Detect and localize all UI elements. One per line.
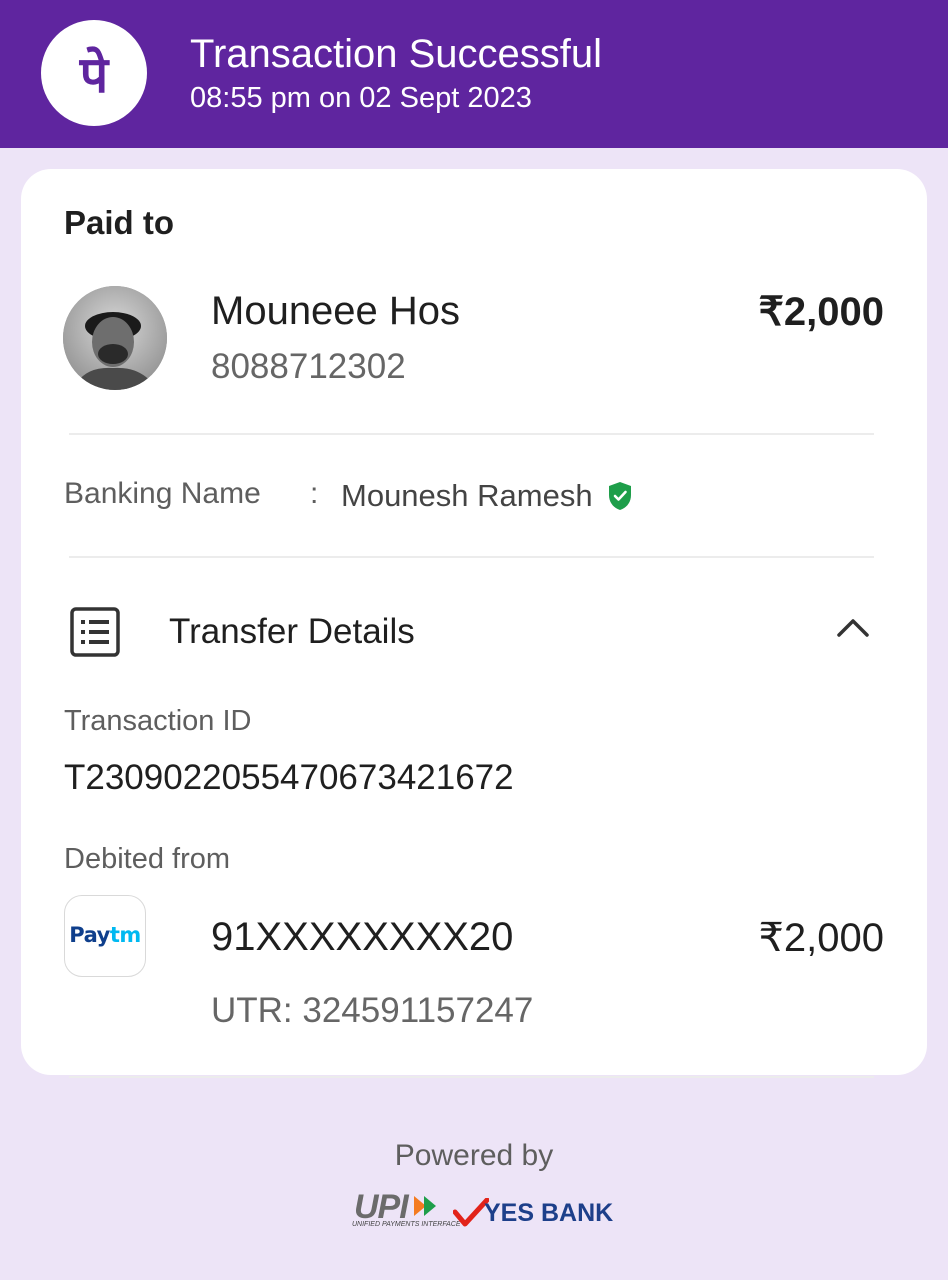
paytm-logo-text: Paytm xyxy=(69,923,141,947)
divider xyxy=(69,556,874,558)
phonepe-logo-glyph: पे xyxy=(79,46,110,104)
avatar-photo-icon xyxy=(63,286,167,390)
verified-shield-icon xyxy=(609,482,631,510)
transaction-id-value[interactable]: T2309022055470673421672 xyxy=(64,758,514,798)
paytm-logo: Paytm xyxy=(64,895,146,977)
yes-bank-text: YES BANK xyxy=(484,1199,614,1227)
debited-amount: ₹2,000 xyxy=(758,916,884,960)
chevron-up-icon[interactable] xyxy=(836,616,870,638)
debited-from-label: Debited from xyxy=(64,843,231,875)
phonepe-logo: पे xyxy=(41,20,147,126)
utr-number[interactable]: UTR: 324591157247 xyxy=(211,991,533,1031)
powered-by-label: Powered by xyxy=(394,1139,554,1172)
divider xyxy=(69,433,874,435)
transaction-datetime: 08:55 pm on 02 Sept 2023 xyxy=(190,82,532,114)
banking-name-value: Mounesh Ramesh xyxy=(341,478,593,513)
divider xyxy=(69,1076,874,1078)
success-header: पे Transaction Successful 08:55 pm on 02… xyxy=(0,0,948,148)
source-account: 91XXXXXXXX20 xyxy=(211,915,514,959)
payee-avatar[interactable] xyxy=(63,286,167,390)
transaction-card: Paid to Mouneee Hos 8088712302 ₹2,000 Ba… xyxy=(21,169,927,1075)
banking-name-separator: : xyxy=(310,477,319,510)
transaction-id-label: Transaction ID xyxy=(64,705,252,737)
paid-amount: ₹2,000 xyxy=(758,290,884,334)
receipt-list-icon xyxy=(70,607,120,657)
upi-logo-subtext: UNIFIED PAYMENTS INTERFACE xyxy=(352,1221,461,1228)
paid-to-label: Paid to xyxy=(64,204,175,241)
page-title: Transaction Successful xyxy=(190,32,603,76)
upi-logo: UPI UNIFIED PAYMENTS INTERFACE xyxy=(350,1188,461,1232)
upi-arrow-icon xyxy=(414,1196,436,1216)
payee-phone: 8088712302 xyxy=(211,347,406,386)
phonepe-logo-icon: पे xyxy=(79,46,110,104)
banking-name-label: Banking Name xyxy=(64,477,261,510)
transfer-details-toggle[interactable]: Transfer Details xyxy=(169,612,415,652)
payee-name: Mouneee Hos xyxy=(211,289,461,333)
